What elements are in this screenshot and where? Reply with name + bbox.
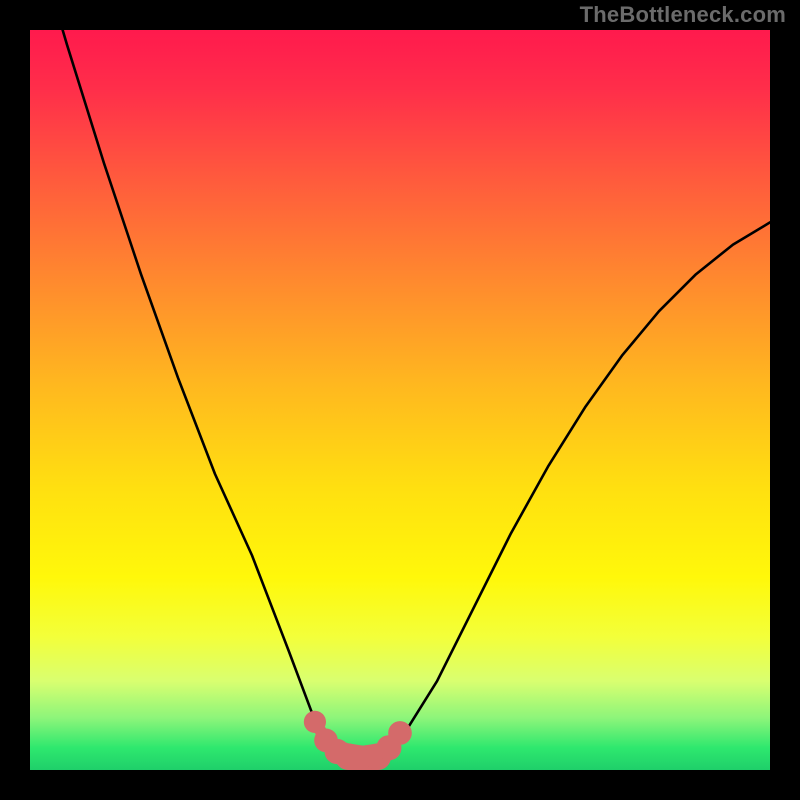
plot-area	[30, 30, 770, 770]
trough-bump-dot	[388, 721, 412, 745]
chart-frame: TheBottleneck.com	[0, 0, 800, 800]
attribution-text: TheBottleneck.com	[580, 2, 786, 28]
curve-layer	[30, 30, 770, 770]
bottleneck-curve	[30, 30, 770, 763]
trough-bump-dots	[304, 711, 412, 770]
